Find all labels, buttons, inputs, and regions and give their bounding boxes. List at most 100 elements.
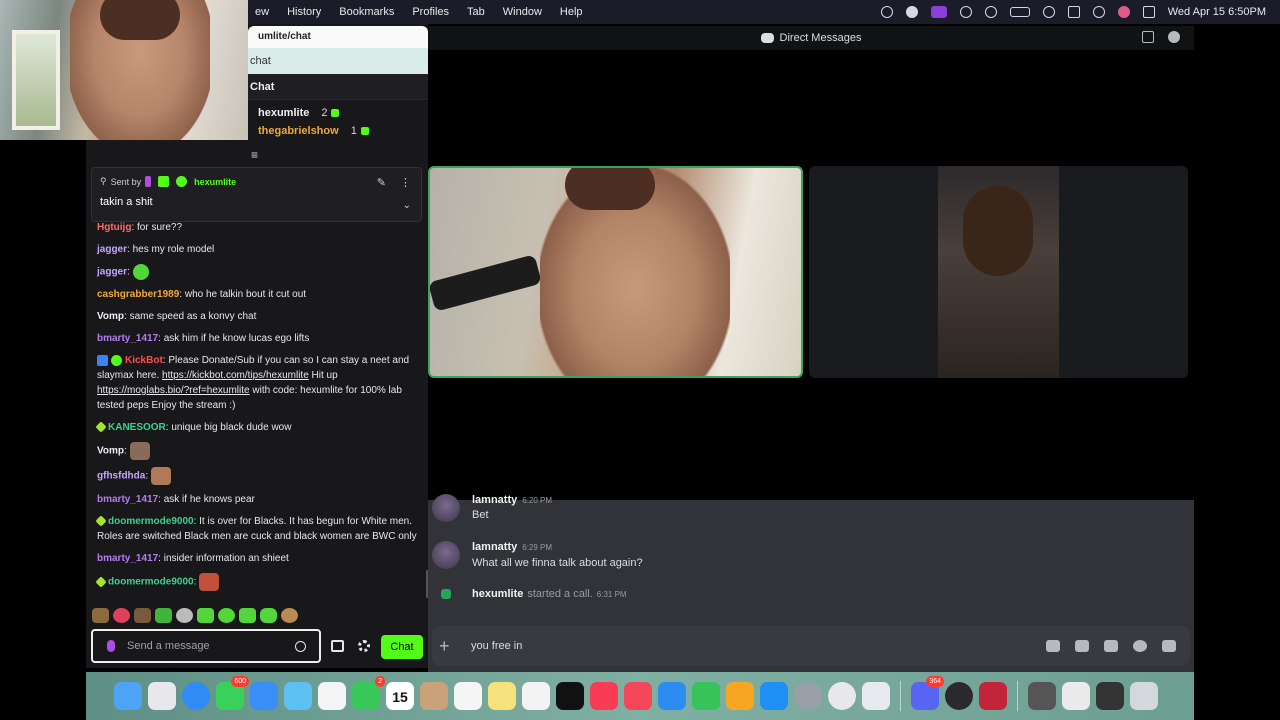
emote-kick-icon[interactable] [197, 608, 214, 623]
numbers-icon[interactable] [692, 682, 720, 710]
contacts-icon[interactable] [420, 682, 448, 710]
control-center-icon[interactable] [1142, 6, 1155, 18]
gifter-row[interactable]: thegabrielshow 1 [248, 122, 428, 140]
emote-icon[interactable] [132, 264, 149, 280]
discord-icon[interactable]: 364 [911, 676, 944, 710]
video-tile-speaking[interactable] [428, 166, 803, 378]
chat-username[interactable]: KANESOOR [108, 422, 166, 433]
chat-username[interactable]: Vomp [97, 311, 124, 322]
menu-tab[interactable]: Tab [458, 0, 494, 24]
finder-icon[interactable] [114, 682, 142, 710]
safari-icon[interactable] [182, 682, 210, 710]
emote-pepe-icon[interactable] [155, 608, 172, 623]
menu-bookmarks[interactable]: Bookmarks [330, 0, 403, 24]
sticker-icon[interactable] [1104, 640, 1118, 652]
emoji-icon[interactable] [295, 640, 306, 652]
chat-username[interactable]: doomermode9000 [108, 516, 194, 527]
emote-icon[interactable] [150, 467, 171, 485]
moon-icon[interactable] [984, 6, 997, 18]
settings-icon[interactable] [794, 682, 822, 710]
message-input[interactable] [127, 640, 287, 652]
dm-composer[interactable]: + [432, 626, 1190, 666]
pinned-user[interactable]: hexumlite [194, 177, 236, 187]
chat-username[interactable]: doomermode9000 [108, 577, 194, 588]
menu-history[interactable]: History [278, 0, 330, 24]
menu-help[interactable]: Help [551, 0, 592, 24]
mic-icon[interactable] [107, 640, 115, 652]
calendar-icon[interactable]: 15 [386, 682, 414, 710]
send-message-box[interactable] [91, 629, 321, 663]
notes-icon[interactable] [488, 682, 516, 710]
chat-username[interactable]: bmarty_1417 [97, 553, 158, 564]
emote-face-icon[interactable] [134, 608, 151, 623]
obs-icon[interactable] [945, 682, 973, 710]
unpin-icon[interactable]: ✎ [377, 176, 386, 189]
facetime-icon[interactable]: 2 [352, 676, 385, 710]
record-icon[interactable] [905, 6, 918, 18]
pages-icon[interactable] [726, 682, 754, 710]
gift-icon[interactable] [1046, 640, 1060, 652]
messages-icon[interactable]: 600 [216, 676, 249, 710]
launchpad-icon[interactable] [148, 682, 176, 710]
wifi-icon[interactable] [1042, 6, 1055, 18]
music-icon[interactable] [590, 682, 618, 710]
chat-username[interactable]: jagger [97, 267, 127, 278]
inbox-icon[interactable] [1142, 31, 1154, 43]
chat-username[interactable]: bmarty_1417 [97, 494, 158, 505]
chat-username[interactable]: Hgtuijg [97, 222, 131, 233]
menu-window[interactable]: Window [494, 0, 551, 24]
mail-icon[interactable] [250, 682, 278, 710]
news-icon[interactable] [624, 682, 652, 710]
app-store-icon[interactable] [760, 682, 788, 710]
gif-icon[interactable] [1075, 640, 1089, 652]
emote-frog-icon[interactable] [218, 608, 235, 623]
avatar[interactable] [432, 541, 460, 569]
clock[interactable]: Wed Apr 15 6:50PM [1168, 6, 1266, 18]
video-tile[interactable] [809, 166, 1188, 378]
dm-author-name[interactable]: lamnatty [472, 541, 517, 553]
chat-send-button[interactable]: Chat [381, 635, 423, 659]
store-icon[interactable] [331, 640, 344, 652]
emote-icon[interactable] [199, 573, 220, 591]
freeform-icon[interactable] [522, 682, 550, 710]
apps-icon[interactable] [1162, 640, 1176, 652]
chrome-icon[interactable] [828, 682, 856, 710]
chevron-down-icon[interactable]: ⌄ [403, 200, 411, 211]
play-icon[interactable] [959, 6, 972, 18]
help-icon[interactable] [1168, 31, 1180, 43]
more-icon[interactable]: ⋮ [400, 176, 411, 189]
dm-input[interactable] [471, 640, 971, 652]
battery-icon[interactable] [1009, 7, 1030, 17]
chat-username[interactable]: KickBot [125, 355, 163, 366]
emote-blob-icon[interactable] [260, 608, 277, 623]
moglabs-link[interactable]: https://moglabs.bio/?ref=hexumlite [97, 385, 250, 396]
emote-monkey-icon[interactable] [281, 608, 298, 623]
recent-document-icon[interactable] [1062, 682, 1090, 710]
chat-username[interactable]: gfhsfdhda [97, 471, 145, 482]
preview-icon[interactable] [862, 682, 890, 710]
chat-username[interactable]: bmarty_1417 [97, 333, 158, 344]
dm-author-name[interactable]: lamnatty [472, 494, 517, 506]
recent-window-icon[interactable] [1028, 682, 1056, 710]
url-suggestion[interactable]: chat [248, 48, 428, 74]
dm-author[interactable]: lamnatty 6:20 PM [472, 494, 552, 506]
avatar[interactable] [432, 494, 460, 522]
maps-icon[interactable] [284, 682, 312, 710]
expand-chevron-icon[interactable]: ≡ [251, 149, 263, 161]
url-bar[interactable]: umlite/chat [248, 26, 428, 48]
emote-gg-icon[interactable] [92, 608, 109, 623]
photos-icon[interactable] [318, 682, 346, 710]
call-author[interactable]: hexumlite [472, 588, 523, 600]
dm-author[interactable]: lamnatty 6:29 PM [472, 541, 552, 553]
chat-username[interactable]: jagger [97, 244, 127, 255]
emote-skull-icon[interactable] [176, 608, 193, 623]
emote-heart-icon[interactable] [113, 608, 130, 623]
emote-wave-icon[interactable] [239, 608, 256, 623]
trash-icon[interactable] [1130, 682, 1158, 710]
emote-icon[interactable] [129, 442, 150, 460]
bluetooth-icon[interactable] [1067, 6, 1080, 18]
reminders-icon[interactable] [454, 682, 482, 710]
plus-icon[interactable]: + [439, 636, 459, 657]
keynote-icon[interactable] [658, 682, 686, 710]
user-icon[interactable] [1117, 6, 1130, 18]
